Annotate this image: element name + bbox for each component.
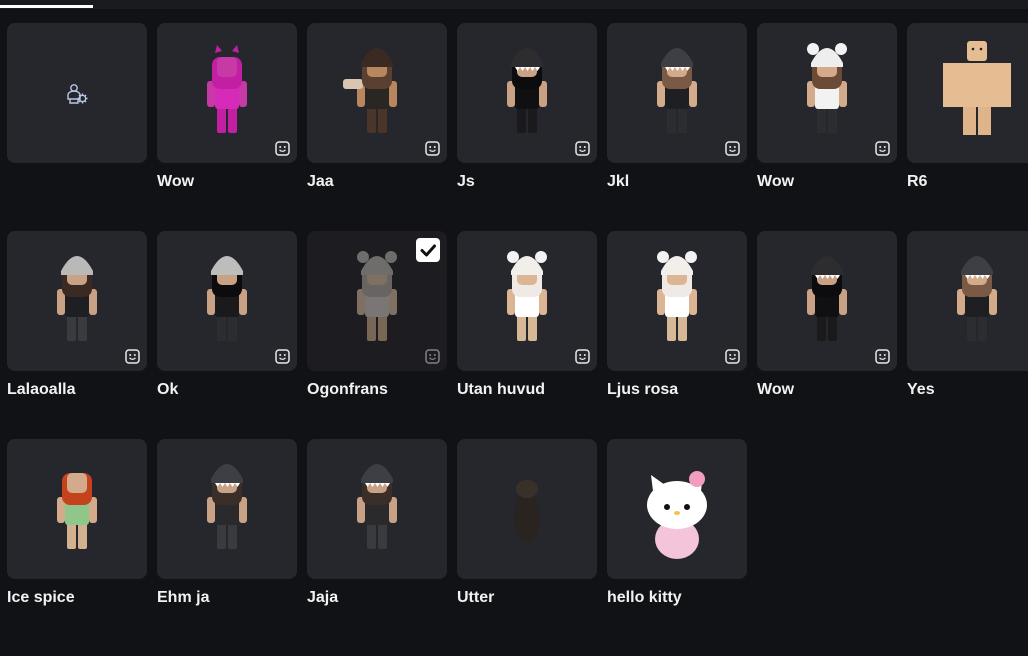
outfit-name: Utter [457, 589, 495, 606]
outfit-name: Jaja [307, 589, 339, 606]
create-outfit-icon [67, 84, 88, 104]
emote-icon [575, 141, 590, 156]
outfit-name: Ok [157, 381, 179, 398]
outfit-tile[interactable] [307, 23, 447, 163]
outfit-tile[interactable] [307, 439, 447, 579]
outfit-name: Lalaoalla [7, 381, 76, 398]
outfit-name: Ehm ja [157, 589, 210, 606]
outfit-item[interactable]: R6 [907, 23, 1028, 192]
outfit-item[interactable]: hello kitty [607, 439, 747, 608]
emote-icon [425, 141, 440, 156]
outfit-item[interactable]: Lalaoalla [7, 231, 147, 400]
avatar-thumbnail [514, 480, 540, 543]
outfit-item[interactable]: Ogonfrans [307, 231, 447, 400]
outfit-item[interactable]: Wow [757, 23, 897, 192]
outfit-tile[interactable] [457, 439, 597, 579]
outfit-tile[interactable] [757, 231, 897, 371]
emote-icon [425, 349, 440, 364]
selected-checkmark-icon[interactable] [416, 238, 440, 262]
avatar-thumbnail [943, 41, 1011, 135]
outfit-item[interactable]: Jaa [307, 23, 447, 192]
emote-icon [575, 349, 590, 364]
outfit-item[interactable]: Ice spice [7, 439, 147, 608]
outfit-item[interactable]: Wow [157, 23, 297, 192]
outfit-tile[interactable] [157, 23, 297, 163]
outfit-tile[interactable] [307, 231, 447, 371]
outfit-tile[interactable] [157, 231, 297, 371]
create-outfit-item[interactable] [7, 23, 147, 163]
avatar-thumbnail [207, 464, 247, 549]
outfit-name: R6 [907, 173, 928, 190]
emote-icon [725, 349, 740, 364]
outfit-item[interactable]: Js [457, 23, 597, 192]
outfit-name: Utan huvud [457, 381, 545, 398]
outfit-item[interactable]: Jaja [307, 439, 447, 608]
outfit-name: Yes [907, 381, 935, 398]
outfit-name: Ice spice [7, 589, 75, 606]
outfit-tile[interactable] [607, 231, 747, 371]
outfit-grid: Wow Jaa Js Jkl Wow R6 Lalaoalla Ok Ogonfrans Utan… [0, 0, 1028, 656]
emote-icon [125, 349, 140, 364]
outfit-item[interactable]: Utter [457, 439, 597, 608]
outfit-tile[interactable] [7, 439, 147, 579]
outfit-name: Ogonfrans [307, 381, 388, 398]
create-outfit-tile[interactable] [7, 23, 147, 163]
outfit-tile[interactable] [907, 231, 1028, 371]
outfit-name: Wow [757, 173, 795, 190]
outfit-item[interactable]: Yes [907, 231, 1028, 400]
outfit-name: hello kitty [607, 589, 682, 606]
outfit-name: Ljus rosa [607, 381, 679, 398]
outfit-item[interactable]: Jkl [607, 23, 747, 192]
avatar-thumbnail [57, 473, 97, 549]
outfit-tile[interactable] [907, 23, 1028, 163]
outfit-name: Js [457, 173, 475, 190]
outfit-tile[interactable] [457, 23, 597, 163]
outfit-tile[interactable] [457, 231, 597, 371]
outfit-item[interactable]: Ehm ja [157, 439, 297, 608]
outfit-item[interactable]: Wow [757, 231, 897, 400]
outfit-tile[interactable] [757, 23, 897, 163]
outfit-name: Jaa [307, 173, 334, 190]
outfit-tile[interactable] [7, 231, 147, 371]
outfit-tile[interactable] [607, 439, 747, 579]
outfit-tile[interactable] [157, 439, 297, 579]
emote-icon [875, 141, 890, 156]
outfit-name: Wow [157, 173, 195, 190]
outfit-item[interactable]: Ok [157, 231, 297, 400]
outfit-item[interactable]: Utan huvud [457, 231, 597, 400]
emote-icon [725, 141, 740, 156]
outfit-name: Wow [757, 381, 795, 398]
outfit-tile[interactable] [607, 23, 747, 163]
emote-icon [275, 141, 290, 156]
emote-icon [875, 349, 890, 364]
emote-icon [275, 349, 290, 364]
outfit-name: Jkl [607, 173, 630, 190]
avatar-thumbnail [957, 256, 997, 341]
avatar-thumbnail [647, 471, 707, 559]
outfit-item[interactable]: Ljus rosa [607, 231, 747, 400]
avatar-thumbnail [357, 464, 397, 549]
